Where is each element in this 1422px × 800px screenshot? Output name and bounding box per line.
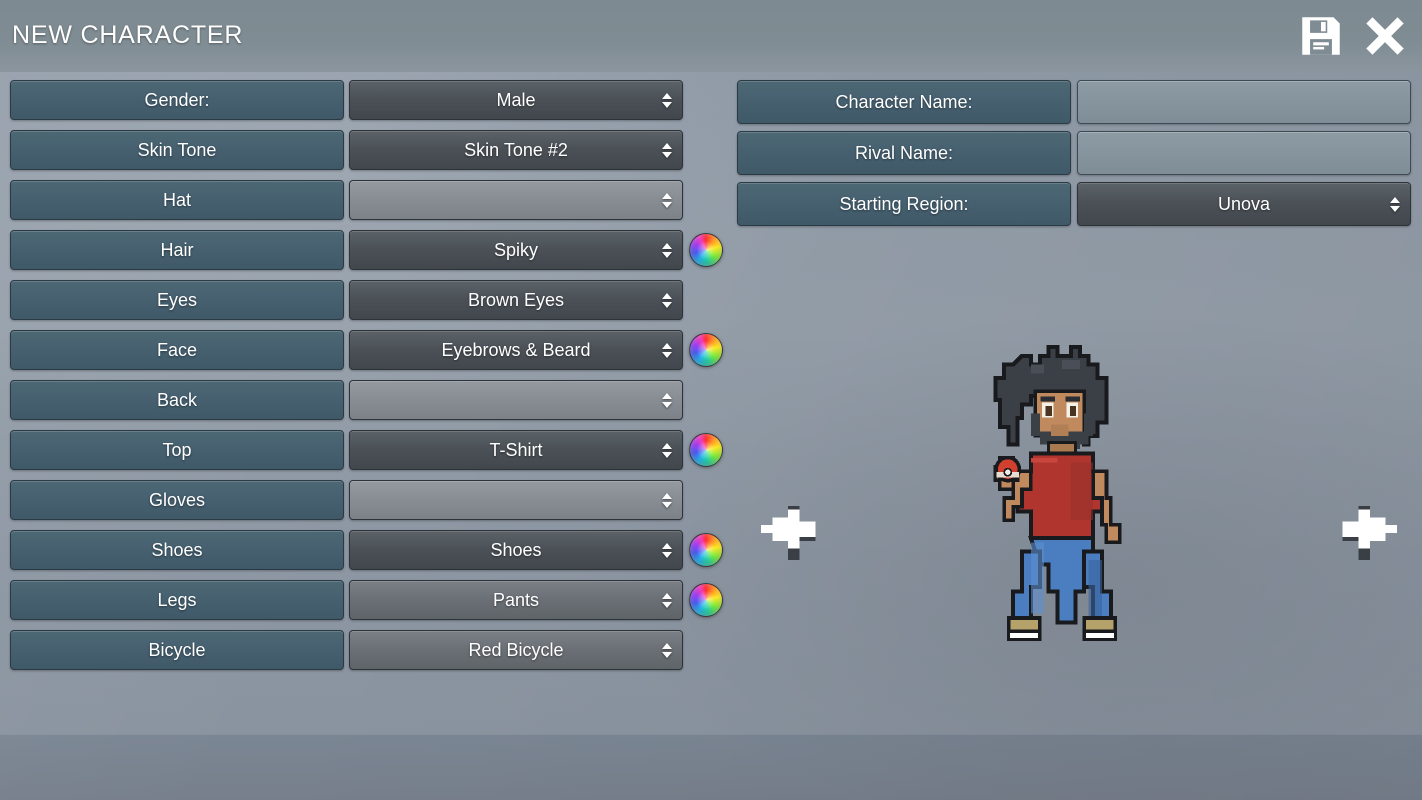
appearance-label-face[interactable]: Face	[10, 330, 344, 370]
spinner-arrows-icon	[661, 190, 672, 210]
appearance-label-top[interactable]: Top	[10, 430, 344, 470]
appearance-select-back[interactable]	[349, 380, 683, 420]
pixel-character	[993, 344, 1122, 641]
label-text: Back	[156, 389, 198, 410]
appearance-label-gloves[interactable]: Gloves	[10, 480, 344, 520]
starting-region-select[interactable]: Unova	[1077, 182, 1411, 226]
select-value: Brown Eyes	[467, 289, 565, 310]
arrow-left-icon	[760, 505, 816, 561]
select-value: Male	[496, 89, 536, 110]
select-value: Eyebrows & Beard	[441, 339, 591, 360]
spinner-arrows-icon	[661, 640, 672, 660]
appearance-select-top[interactable]: T-Shirt	[349, 430, 683, 470]
appearance-select-eyes[interactable]: Brown Eyes	[349, 280, 683, 320]
spinner-arrows-icon	[661, 490, 672, 510]
select-value: Spiky	[493, 239, 538, 260]
label-text: Top	[162, 439, 192, 460]
label-text: Gender:	[144, 89, 210, 110]
label-text: Legs	[157, 589, 197, 610]
appearance-label-back[interactable]: Back	[10, 380, 344, 420]
close-x-icon	[1366, 17, 1404, 55]
label-text: Character Name:	[835, 91, 973, 112]
spinner-arrows-icon	[1389, 194, 1400, 214]
spinner-arrows-icon	[661, 390, 672, 410]
spinner-arrows-icon	[661, 140, 672, 160]
color-wheel-icon-face[interactable]	[689, 333, 723, 367]
select-value: Unova	[1217, 193, 1271, 214]
page-title: NEW CHARACTER	[12, 21, 244, 49]
appearance-select-hat[interactable]	[349, 180, 683, 220]
color-wheel-icon-top[interactable]	[689, 433, 723, 467]
label-text: Gloves	[148, 489, 206, 510]
appearance-select-bicycle[interactable]: Red Bicycle	[349, 630, 683, 670]
title-bar: NEW CHARACTER	[0, 0, 1422, 72]
appearance-select-hair[interactable]: Spiky	[349, 230, 683, 270]
appearance-select-gloves[interactable]	[349, 480, 683, 520]
spinner-arrows-icon	[661, 590, 672, 610]
label-text: Hair	[160, 239, 194, 260]
rival-name-input[interactable]	[1077, 131, 1411, 175]
save-button[interactable]	[1296, 11, 1346, 61]
select-value: Pants	[492, 589, 540, 610]
label-text: Starting Region:	[839, 193, 969, 214]
identity-label-rival-name[interactable]: Rival Name:	[737, 131, 1071, 175]
close-button[interactable]	[1360, 11, 1410, 61]
label-text: Eyes	[156, 289, 198, 310]
select-value: Shoes	[490, 539, 542, 560]
rotate-right-button[interactable]	[1330, 498, 1406, 568]
spinner-arrows-icon	[661, 440, 672, 460]
floppy-disk-save-icon	[1302, 17, 1340, 55]
arrow-right-icon	[1342, 505, 1398, 561]
label-text: Hat	[162, 189, 191, 210]
character-preview-sprite	[963, 338, 1161, 658]
select-value: T-Shirt	[489, 439, 543, 460]
color-wheel-icon-shoes[interactable]	[689, 533, 723, 567]
color-wheel-icon-legs[interactable]	[689, 583, 723, 617]
select-value: Red Bicycle	[468, 639, 564, 660]
color-wheel-icon-hair[interactable]	[689, 233, 723, 267]
appearance-select-legs[interactable]: Pants	[349, 580, 683, 620]
label-text: Shoes	[151, 539, 203, 560]
character-creation-screen: NEW CHARACTER Gender: Male Skin Tone Ski…	[0, 0, 1422, 800]
appearance-select-gender[interactable]: Male	[349, 80, 683, 120]
appearance-label-bicycle[interactable]: Bicycle	[10, 630, 344, 670]
appearance-label-hat[interactable]: Hat	[10, 180, 344, 220]
label-text: Face	[156, 339, 198, 360]
label-text: Rival Name:	[854, 142, 954, 163]
appearance-label-gender[interactable]: Gender:	[10, 80, 344, 120]
appearance-select-shoes[interactable]: Shoes	[349, 530, 683, 570]
appearance-label-skin-tone[interactable]: Skin Tone	[10, 130, 344, 170]
rotate-left-button[interactable]	[752, 498, 828, 568]
select-value: Skin Tone #2	[464, 139, 568, 160]
spinner-arrows-icon	[661, 240, 672, 260]
appearance-select-skin-tone[interactable]: Skin Tone #2	[349, 130, 683, 170]
appearance-label-hair[interactable]: Hair	[10, 230, 344, 270]
appearance-label-eyes[interactable]: Eyes	[10, 280, 344, 320]
spinner-arrows-icon	[661, 290, 672, 310]
label-text: Bicycle	[148, 639, 206, 660]
appearance-select-face[interactable]: Eyebrows & Beard	[349, 330, 683, 370]
spinner-arrows-icon	[661, 340, 672, 360]
appearance-label-shoes[interactable]: Shoes	[10, 530, 344, 570]
spinner-arrows-icon	[661, 90, 672, 110]
identity-label-character-name[interactable]: Character Name:	[737, 80, 1071, 124]
label-text: Skin Tone	[137, 139, 217, 160]
character-name-input[interactable]	[1077, 80, 1411, 124]
identity-label-starting-region[interactable]: Starting Region:	[737, 182, 1071, 226]
appearance-label-legs[interactable]: Legs	[10, 580, 344, 620]
spinner-arrows-icon	[661, 540, 672, 560]
